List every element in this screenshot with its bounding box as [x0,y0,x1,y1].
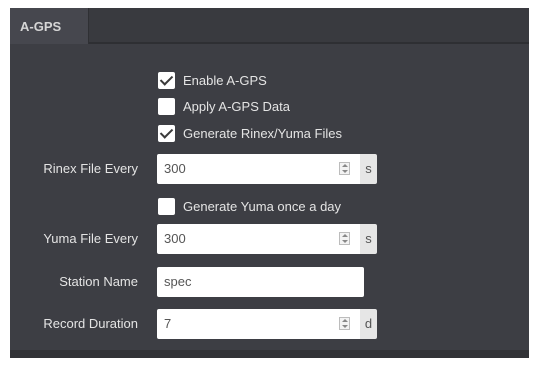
spinner-arrows-icon[interactable] [339,317,350,330]
apply-agps-data-checkbox[interactable] [158,97,175,115]
record-duration-group: 7 d [157,309,377,339]
panel-footer [10,350,529,358]
rinex-file-every-group: 300 s [157,154,377,184]
generate-rinex-yuma-checkbox[interactable] [158,124,175,142]
rinex-file-every-unit: s [360,154,377,184]
panel-tab-strip: A-GPS [10,8,529,44]
apply-agps-data-row[interactable]: Apply A-GPS Data [158,96,290,116]
apply-agps-data-label: Apply A-GPS Data [183,98,290,114]
record-duration-input[interactable]: 7 [157,309,360,339]
generate-rinex-yuma-row[interactable]: Generate Rinex/Yuma Files [158,123,342,143]
rinex-file-every-label: Rinex File Every [43,161,138,176]
generate-yuma-daily-label: Generate Yuma once a day [183,198,342,214]
record-duration-label: Record Duration [43,316,138,331]
record-duration-unit: d [360,309,377,339]
enable-agps-label: Enable A-GPS [183,72,267,88]
station-name-value: spec [164,274,192,289]
agps-panel: A-GPS Enable A-GPS Apply A-GPS Data Gene… [10,8,529,358]
spinner-arrows-icon[interactable] [339,232,350,245]
enable-agps-row[interactable]: Enable A-GPS [158,70,267,90]
enable-agps-checkbox[interactable] [158,71,175,89]
yuma-file-every-input[interactable]: 300 [157,224,360,254]
generate-yuma-daily-checkbox[interactable] [158,197,175,215]
rinex-file-every-input[interactable]: 300 [157,154,360,184]
rinex-file-every-value: 300 [164,161,186,176]
yuma-file-every-unit: s [360,224,377,254]
yuma-file-every-group: 300 s [157,224,377,254]
record-duration-value: 7 [164,316,172,331]
spinner-arrows-icon[interactable] [339,162,350,175]
station-name-input[interactable]: spec [157,267,364,297]
tab-agps[interactable]: A-GPS [10,8,89,44]
yuma-file-every-value: 300 [164,231,186,246]
generate-rinex-yuma-label: Generate Rinex/Yuma Files [183,125,342,141]
yuma-file-every-label: Yuma File Every [43,231,138,246]
station-name-label: Station Name [59,274,138,289]
generate-yuma-daily-row[interactable]: Generate Yuma once a day [158,196,341,216]
